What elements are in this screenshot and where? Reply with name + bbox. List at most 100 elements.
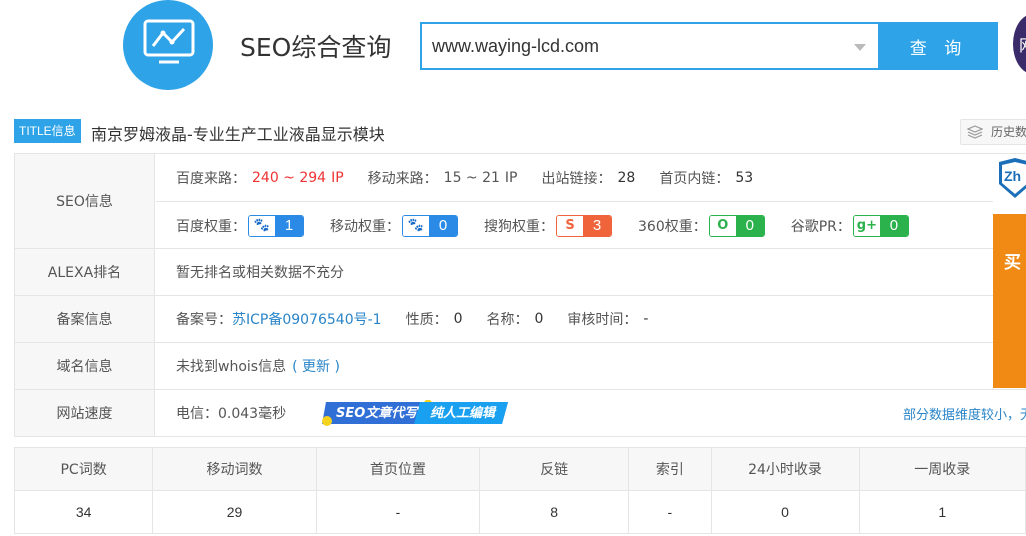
outbound-links-value[interactable]: 28 bbox=[618, 170, 636, 186]
seo-writing-banner[interactable]: SEO文章代写 纯人工编辑 bbox=[322, 398, 518, 438]
home-internal-links-label: 首页内链： bbox=[659, 170, 730, 187]
google-pr-label: 谷歌PR： bbox=[790, 218, 851, 235]
stats-value[interactable]: 34 bbox=[13, 490, 154, 534]
mobile-weight[interactable]: 移动权重： 🐾 0 bbox=[330, 214, 458, 237]
alexa-label: ALEXA排名 bbox=[14, 249, 155, 295]
google-pr-badge: g+ 0 bbox=[852, 214, 909, 237]
sogou-weight[interactable]: 搜狗权重： S 3 bbox=[484, 214, 612, 237]
beian-label: 备案信息 bbox=[14, 296, 155, 342]
beian-review-label: 审核时间： bbox=[567, 312, 638, 328]
baidu-weight-badge: 🐾 1 bbox=[248, 214, 304, 237]
mobile-weight-badge: 🐾 0 bbox=[402, 214, 458, 237]
360-weight-badge: O 0 bbox=[708, 214, 765, 237]
stats-header: 24小时收录 bbox=[710, 447, 860, 491]
seo-sources: 百度来路： 240 ~ 294 IP 移动来路： 15 ~ 21 IP 出站链接… bbox=[176, 154, 777, 201]
avatar-text: 网 bbox=[1019, 32, 1026, 56]
beian-content: 备案号： 苏ICP备09076540号-1 性质： 0 名称： 0 审核时间： … bbox=[176, 296, 672, 342]
stats-value: - bbox=[315, 490, 481, 534]
info-table: SEO信息 百度来路： 240 ~ 294 IP 移动来路： 15 ~ 21 I… bbox=[14, 153, 1026, 437]
avatar[interactable]: 网 bbox=[1013, 14, 1026, 74]
sogou-weight-value: 3 bbox=[583, 215, 611, 236]
beian-nature-label: 性质： bbox=[405, 312, 448, 328]
home-internal-links-value[interactable]: 53 bbox=[735, 170, 753, 186]
history-button[interactable]: 历史数 bbox=[960, 119, 1026, 145]
page-title: 南京罗姆液晶-专业生产工业液晶显示模块 bbox=[91, 125, 385, 144]
stats-value[interactable]: 0 bbox=[710, 490, 860, 534]
stats-value-row: 34 29 - 8 - 0 1 bbox=[13, 490, 1026, 534]
logo[interactable] bbox=[123, 0, 213, 90]
stats-header-row: PC词数 移动词数 首页位置 反链 索引 24小时收录 一周收录 bbox=[13, 447, 1026, 491]
banner-right-text: 纯人工编辑 bbox=[430, 406, 496, 421]
weights-row: 百度权重： 🐾 1 移动权重： 🐾 0 搜狗权重： S 3 360权重： O 0… bbox=[176, 202, 935, 249]
baidu-source-value[interactable]: 240 ~ 294 bbox=[252, 170, 326, 186]
beian-number-link[interactable]: 苏ICP备09076540号-1 bbox=[232, 309, 382, 329]
stats-table: PC词数 移动词数 首页位置 反链 索引 24小时收录 一周收录 34 29 -… bbox=[13, 447, 1026, 534]
seo-info-label: SEO信息 bbox=[14, 154, 155, 248]
stats-header: 首页位置 bbox=[315, 447, 481, 491]
stats-header: 一周收录 bbox=[858, 447, 1026, 491]
ad-logo: Zh bbox=[993, 154, 1026, 214]
alexa-row: ALEXA排名 暂无排名或相关数据不充分 bbox=[14, 249, 1026, 296]
beian-nature-value: 0 bbox=[453, 311, 463, 327]
baidu-weight-value: 1 bbox=[275, 215, 303, 236]
360-weight-value: 0 bbox=[735, 215, 764, 236]
360-weight-label: 360权重： bbox=[638, 218, 707, 235]
outbound-links-label: 出站链接： bbox=[541, 170, 612, 187]
speed-label: 网站速度 bbox=[14, 390, 155, 436]
paw-icon: 🐾 bbox=[249, 215, 275, 236]
domain-label: 域名信息 bbox=[14, 343, 155, 389]
baidu-weight-label: 百度权重： bbox=[176, 218, 246, 235]
domain-content: 未找到whois信息 ( 更新 ) bbox=[176, 343, 340, 389]
baidu-weight[interactable]: 百度权重： 🐾 1 bbox=[176, 214, 304, 237]
360-icon: O bbox=[709, 215, 736, 236]
chart-monitor-icon bbox=[143, 19, 195, 64]
search-box[interactable] bbox=[420, 22, 880, 70]
beian-row: 备案信息 备案号： 苏ICP备09076540号-1 性质： 0 名称： 0 审… bbox=[14, 296, 1026, 343]
stats-value[interactable]: 29 bbox=[152, 490, 317, 534]
title-badge: TITLE信息 bbox=[14, 119, 81, 143]
paw-icon: 🐾 bbox=[403, 215, 429, 236]
google-pr-value: 0 bbox=[879, 215, 908, 236]
stats-value[interactable]: 1 bbox=[858, 490, 1026, 534]
chevron-down-icon[interactable] bbox=[854, 44, 866, 51]
stats-header: 移动词数 bbox=[152, 447, 317, 491]
baidu-source-label: 百度来路： bbox=[176, 170, 246, 187]
stats-header: 索引 bbox=[628, 447, 712, 491]
mobile-weight-value: 0 bbox=[429, 215, 457, 236]
beian-name-value: 0 bbox=[534, 311, 544, 327]
beian-name-label: 名称： bbox=[486, 312, 529, 328]
seo-info-row: SEO信息 百度来路： 240 ~ 294 IP 移动来路： 15 ~ 21 I… bbox=[14, 154, 1026, 249]
domain-update-link[interactable]: ( 更新 ) bbox=[292, 356, 340, 376]
layers-icon bbox=[967, 125, 983, 139]
speed-row: 网站速度 电信：0.043毫秒 SEO文章代写 纯人工编辑 部分数据维度较小，无 bbox=[14, 390, 1026, 437]
mobile-ip-unit: IP bbox=[504, 169, 518, 186]
alexa-text: 暂无排名或相关数据不充分 bbox=[176, 265, 344, 281]
stats-value[interactable]: 8 bbox=[479, 490, 630, 534]
site-title: SEO综合查询 bbox=[240, 33, 392, 62]
search-button[interactable]: 查 询 bbox=[879, 22, 998, 70]
sogou-icon: S bbox=[557, 215, 583, 236]
google-pr[interactable]: 谷歌PR： g+ 0 bbox=[790, 214, 909, 237]
stats-header: 反链 bbox=[479, 447, 630, 491]
seo-page: SEO综合查询 查 询 网 TITLE信息 南京罗姆液晶-专业生产工业液晶显示模… bbox=[0, 0, 1026, 536]
beian-review-value: - bbox=[643, 311, 649, 327]
stats-header: PC词数 bbox=[13, 447, 154, 491]
baidu-ip-unit: IP bbox=[331, 169, 344, 186]
history-label: 历史数 bbox=[991, 125, 1026, 139]
sogou-weight-label: 搜狗权重： bbox=[484, 218, 554, 235]
domain-row: 域名信息 未找到whois信息 ( 更新 ) bbox=[14, 343, 1026, 390]
side-ad[interactable]: Zh 买 bbox=[993, 154, 1026, 388]
sogou-weight-badge: S 3 bbox=[556, 214, 612, 237]
banner-left-text: SEO文章代写 bbox=[336, 406, 418, 421]
data-note-link[interactable]: 部分数据维度较小，无 bbox=[903, 390, 1026, 437]
domain-text: 未找到whois信息 bbox=[176, 359, 287, 375]
360-weight[interactable]: 360权重： O 0 bbox=[638, 214, 765, 237]
speed-text: 电信：0.043毫秒 bbox=[176, 406, 287, 422]
stats-value: - bbox=[628, 490, 712, 534]
mobile-source-value[interactable]: 15 ~ 21 bbox=[444, 170, 500, 186]
shield-logo-icon bbox=[999, 158, 1026, 198]
ad-logo-text: Zh bbox=[1004, 168, 1022, 184]
mobile-source-label: 移动来路： bbox=[367, 170, 438, 187]
search-input[interactable] bbox=[432, 33, 852, 59]
beian-number-label: 备案号： bbox=[176, 312, 232, 328]
